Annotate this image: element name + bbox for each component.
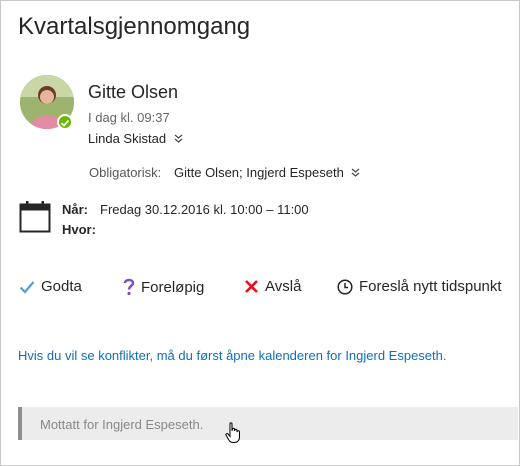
attendees-label: Obligatorisk: bbox=[89, 165, 162, 180]
received-for-notice: Mottatt for Ingjerd Espeseth. bbox=[18, 407, 518, 440]
chevron-down-icon[interactable] bbox=[351, 168, 360, 180]
decline-button[interactable]: Avslå bbox=[244, 278, 301, 295]
x-icon bbox=[245, 280, 258, 293]
decline-label: Avslå bbox=[265, 278, 302, 295]
hand-cursor-icon bbox=[225, 422, 241, 449]
tentative-button[interactable]: Foreløpig bbox=[123, 278, 204, 296]
presence-available-icon bbox=[57, 114, 73, 130]
attendees-value: Gitte Olsen; Ingjerd Espeseth bbox=[174, 165, 344, 180]
tentative-label: Foreløpig bbox=[141, 278, 205, 296]
organizer[interactable]: Linda Skistad bbox=[88, 131, 183, 146]
question-icon bbox=[123, 278, 135, 296]
when-label: Når: bbox=[62, 202, 89, 217]
where-label: Hvor: bbox=[62, 222, 96, 237]
organizer-name: Linda Skistad bbox=[88, 131, 167, 146]
propose-new-time-button[interactable]: Foreslå nytt tidspunkt bbox=[337, 278, 502, 295]
attendees-list[interactable]: Gitte Olsen; Ingjerd Espeseth bbox=[174, 165, 360, 180]
calendar-icon bbox=[19, 200, 51, 239]
checkmark-icon bbox=[19, 280, 35, 294]
notice-text: Mottatt for Ingjerd Espeseth. bbox=[40, 417, 204, 432]
sent-time: I dag kl. 09:37 bbox=[88, 110, 170, 125]
when-value: Fredag 30.12.2016 kl. 10:00 – 11:00 bbox=[100, 202, 309, 217]
sender-name[interactable]: Gitte Olsen bbox=[88, 82, 178, 103]
accept-button[interactable]: Godta bbox=[19, 278, 82, 295]
open-calendar-link[interactable]: Hvis du vil se konflikter, må du først å… bbox=[18, 348, 447, 363]
clock-icon bbox=[337, 278, 353, 295]
chevron-down-icon[interactable] bbox=[174, 134, 183, 146]
accept-label: Godta bbox=[41, 278, 82, 295]
meeting-card: Kvartalsgjennomgang Gitte Olsen I dag kl… bbox=[0, 0, 520, 466]
propose-new-time-label: Foreslå nytt tidspunkt bbox=[359, 278, 502, 295]
meeting-title: Kvartalsgjennomgang bbox=[18, 13, 251, 40]
